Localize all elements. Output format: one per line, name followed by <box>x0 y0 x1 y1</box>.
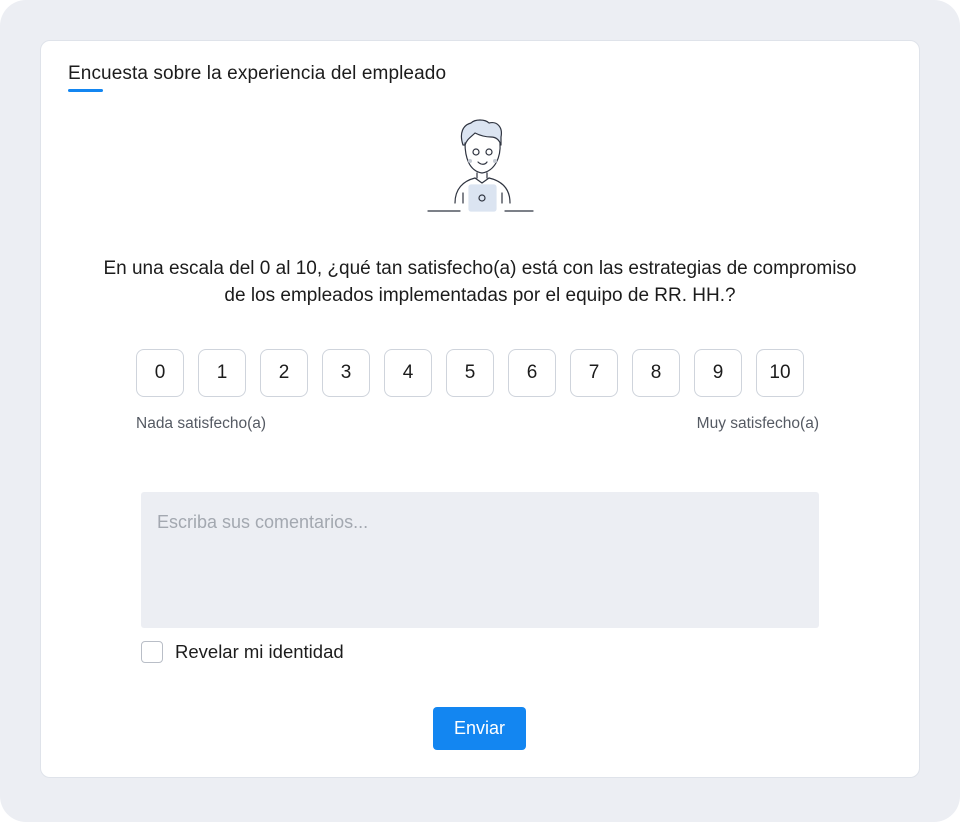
reveal-identity-checkbox[interactable] <box>141 641 163 663</box>
rating-option-3[interactable]: 3 <box>322 349 370 397</box>
rating-option-5[interactable]: 5 <box>446 349 494 397</box>
rating-option-6[interactable]: 6 <box>508 349 556 397</box>
rating-scale: 0 1 2 3 4 5 6 7 8 9 10 <box>136 349 804 397</box>
scale-low-label: Nada satisfecho(a) <box>136 415 267 432</box>
rating-option-9[interactable]: 9 <box>694 349 742 397</box>
survey-title: Encuesta sobre la experiencia del emplea… <box>68 63 447 84</box>
comments-textarea[interactable] <box>141 492 819 628</box>
survey-question: En una escala del 0 al 10, ¿qué tan sati… <box>103 258 857 306</box>
reveal-identity-label: Revelar mi identidad <box>175 641 344 662</box>
rating-option-4[interactable]: 4 <box>384 349 432 397</box>
reveal-identity-option[interactable]: Revelar mi identidad <box>141 641 344 663</box>
title-accent-bar <box>68 89 103 92</box>
rating-option-1[interactable]: 1 <box>198 349 246 397</box>
rating-option-2[interactable]: 2 <box>260 349 308 397</box>
rating-option-7[interactable]: 7 <box>570 349 618 397</box>
rating-option-10[interactable]: 10 <box>756 349 804 397</box>
rating-option-8[interactable]: 8 <box>632 349 680 397</box>
person-with-laptop-icon <box>427 119 534 212</box>
rating-option-0[interactable]: 0 <box>136 349 184 397</box>
scale-high-label: Muy satisfecho(a) <box>696 415 819 432</box>
survey-card: Encuesta sobre la experiencia del emplea… <box>40 40 920 778</box>
page-background: Encuesta sobre la experiencia del emplea… <box>0 0 960 822</box>
submit-button[interactable]: Enviar <box>433 707 526 750</box>
